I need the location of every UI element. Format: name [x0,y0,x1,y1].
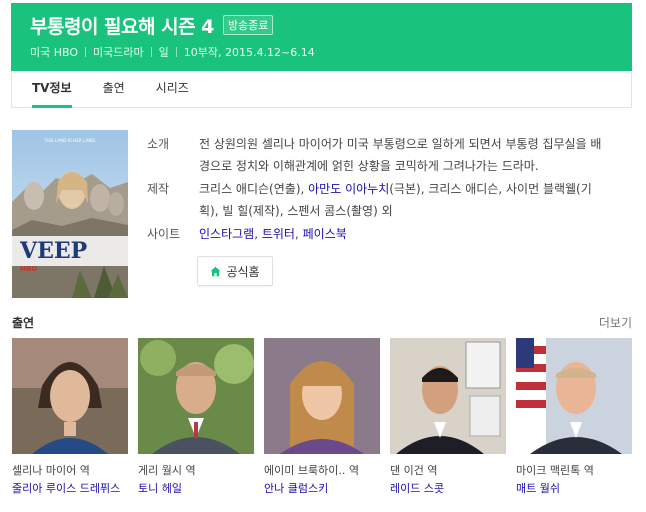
actor-link[interactable]: 안나 클럼스키 [264,482,380,496]
actor-link[interactable]: 매트 월쉬 [516,482,632,496]
cast-section-title: 출연 [12,316,35,330]
production-label: 제작 [147,182,170,196]
instagram-link[interactable]: 인스타그램 [199,227,254,241]
production-credit: 크리스 애디슨(연출), [199,182,309,196]
poster-logo: VEEP [19,238,87,264]
site-links: 인스타그램, 트위터, 페이스북 [199,223,604,245]
cast-card[interactable]: 게리 월시 역 토니 헤일 [138,338,254,496]
more-link[interactable]: 더보기 [599,314,632,331]
page-title[interactable]: 부통령이 필요해 시즌 4 [30,12,214,39]
tab-cast[interactable]: 출연 [103,71,125,107]
meta-episodes: 10부작, 2015.4.12~6.14 [183,46,315,59]
tab-series[interactable]: 시리즈 [156,71,189,107]
role-name: 게리 월시 역 [138,464,196,477]
cast-card[interactable]: 셀리나 마이어 역 줄리아 루이스 드레퓌스 [12,338,128,496]
home-icon [210,266,221,276]
actor-link[interactable]: 줄리아 루이스 드레퓌스 [12,482,128,496]
divider [150,47,152,57]
poster-hbo: HBO [20,265,37,273]
cast-photo[interactable] [264,338,380,454]
official-home-button[interactable]: 공식홈 [197,256,273,286]
poster-tagline: THIS LAND IS HER LAND. [43,138,96,143]
divider [85,47,87,57]
status-badge: 방송종료 [222,15,274,35]
cast-photo[interactable] [390,338,506,454]
tab-tv-info[interactable]: TV정보 [32,71,72,108]
show-meta: 미국 HBO 미국드라마 일 10부작, 2015.4.12~6.14 [30,44,632,60]
separator: , [294,227,303,241]
official-home-label: 공식홈 [226,264,260,279]
separator: , [254,227,262,241]
cast-photo[interactable] [516,338,632,454]
role-name: 에이미 브룩하이.. 역 [264,464,359,477]
cast-photo[interactable] [138,338,254,454]
title-bar: 부통령이 필요해 시즌 4 방송종료 미국 HBO 미국드라마 일 10부작, … [11,3,632,71]
meta-day: 일 [158,46,169,59]
role-name: 마이크 맥린톡 역 [516,464,594,477]
cast-card[interactable]: 댄 이건 역 레이드 스콧 [390,338,506,496]
twitter-link[interactable]: 트위터 [262,227,295,241]
meta-genre: 미국드라마 [93,46,144,59]
cast-photo[interactable] [12,338,128,454]
actor-link[interactable]: 레이드 스콧 [390,482,506,496]
production-row: 제작 크리스 애디슨(연출), 아만도 이아누치(극본), 크리스 애디슨, 사… [147,178,632,222]
divider [175,47,177,57]
production-text: 크리스 애디슨(연출), 아만도 이아누치(극본), 크리스 애디슨, 사이먼 … [199,178,604,222]
site-row: 사이트 인스타그램, 트위터, 페이스북 [147,223,632,245]
synopsis-row: 소개 전 상원의원 셀리나 마이어가 미국 부통령으로 일하게 되면서 부통령 … [147,133,632,177]
actor-link[interactable]: 토니 헤일 [138,482,254,496]
cast-card[interactable]: 마이크 맥린톡 역 매트 월쉬 [516,338,632,496]
facebook-link[interactable]: 페이스북 [303,227,347,241]
writer-link[interactable]: 아만도 이아누치 [308,182,389,196]
show-info: 소개 전 상원의원 셀리나 마이어가 미국 부통령으로 일하게 되면서 부통령 … [147,133,632,245]
role-name: 댄 이건 역 [390,464,438,477]
meta-network: 미국 HBO [30,46,79,59]
show-poster[interactable]: THIS LAND IS HER LAND. VEEP HBO [12,130,128,298]
cast-card[interactable]: 에이미 브룩하이.. 역 안나 클럼스키 [264,338,380,496]
synopsis-text: 전 상원의원 셀리나 마이어가 미국 부통령으로 일하게 되면서 부통령 집무실… [199,137,602,173]
synopsis-label: 소개 [147,137,170,151]
role-name: 셀리나 마이어 역 [12,464,90,477]
site-label: 사이트 [147,227,181,241]
tab-bar: TV정보 출연 시리즈 [11,71,632,108]
